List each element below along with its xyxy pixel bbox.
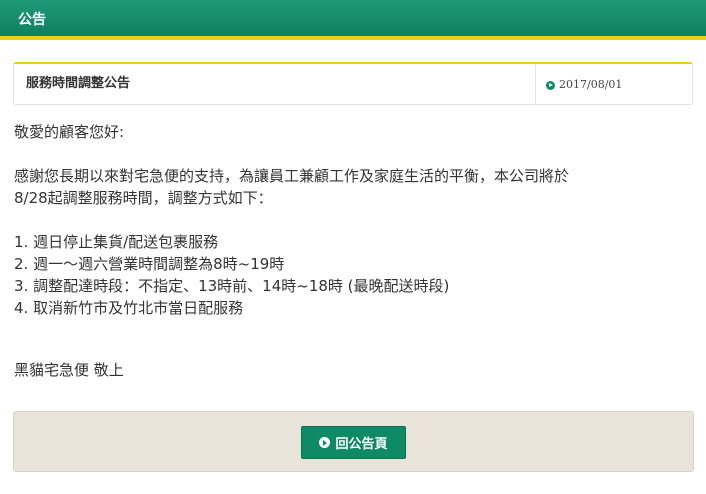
intro-line: 感謝您長期以來對宅急便的支持，為讓員工兼顧工作及家庭生活的平衡，本公司將於 — [14, 167, 570, 185]
greeting-text: 敬愛的顧客您好: — [14, 123, 125, 141]
header-title: 公告 — [18, 12, 46, 28]
list-item: 1. 週日停止集貨/配送包裹服務 — [14, 233, 219, 251]
list-item: 2. 週一～週六營業時間調整為8時~19時 — [14, 255, 285, 273]
circle-arrow-icon — [546, 80, 555, 90]
notice-header: 服務時間調整公告 2017/08/01 — [13, 62, 693, 105]
header-bar: 公告 — [0, 0, 706, 40]
intro-line: 8/28起調整服務時間，調整方式如下： — [14, 189, 273, 207]
list-item: 4. 取消新竹市及竹北市當日配服務 — [14, 299, 244, 317]
intro-paragraph: 感謝您長期以來對宅急便的支持，為讓員工兼顧工作及家庭生活的平衡，本公司將於 8/… — [14, 165, 694, 209]
circle-play-icon — [319, 437, 331, 448]
notice-body: 敬愛的顧客您好: 感謝您長期以來對宅急便的支持，為讓員工兼顧工作及家庭生活的平衡… — [14, 121, 694, 319]
notice-divider — [535, 64, 536, 105]
notice-date-group: 2017/08/01 — [546, 77, 622, 93]
notice-title: 服務時間調整公告 — [26, 76, 131, 91]
back-button-label: 回公告頁 — [335, 437, 388, 452]
signature-text: 黑貓宅急便 敬上 — [14, 361, 124, 379]
back-to-notices-button[interactable]: 回公告頁 — [301, 426, 406, 459]
list-item: 3. 調整配達時段：不指定、13時前、14時~18時 (最晚配送時段) — [14, 277, 450, 295]
footer-panel: 回公告頁 — [13, 411, 694, 472]
change-list: 1. 週日停止集貨/配送包裹服務 2. 週一～週六營業時間調整為8時~19時 3… — [14, 231, 694, 319]
notice-date: 2017/08/01 — [559, 78, 623, 91]
